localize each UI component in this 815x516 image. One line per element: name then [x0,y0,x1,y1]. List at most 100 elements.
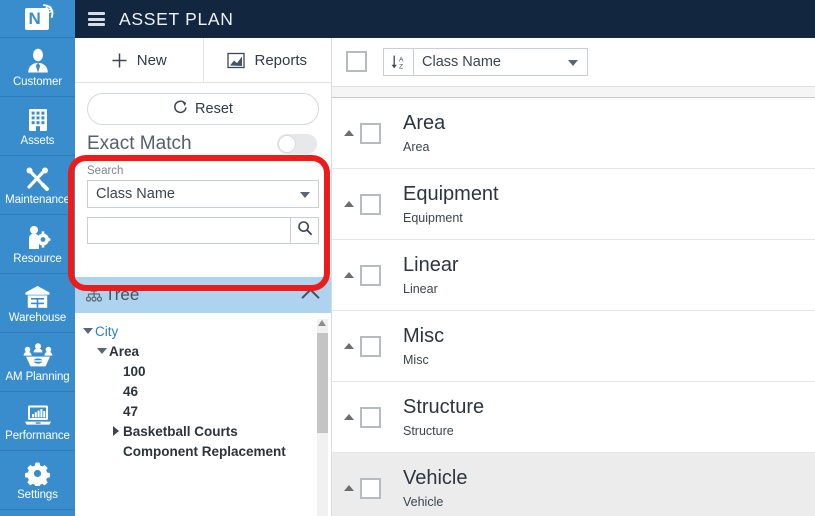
tree-node-label: City [95,323,119,339]
logo-icon: N G [23,3,55,32]
sort-field-value: Class Name [422,53,501,70]
row-text: Misc Misc [403,324,444,369]
tree-node-label: 47 [123,403,139,419]
tree-section-header[interactable]: Tree [75,276,331,313]
row-subtitle: Linear [403,281,438,296]
row-collapse-icon[interactable] [338,414,360,420]
new-button-label: New [136,51,167,69]
row-title: Structure [403,395,485,418]
scroll-up-icon[interactable] [318,320,326,326]
tree-section-title: Tree [105,285,140,304]
sidebar-item-customer[interactable]: Customer [0,38,75,97]
svg-text:Z: Z [399,63,403,70]
chevron-down-icon [568,59,578,66]
row-collapse-icon[interactable] [338,130,360,136]
class-list-panel: AZ Class Name Area Area Equipment Equipment… [332,38,815,516]
tree-node[interactable]: 47 [75,401,331,421]
row-text: Equipment Equipment [403,182,499,227]
row-subtitle: Misc [403,352,429,367]
list-item[interactable]: Linear Linear [332,240,815,311]
tree-node-label: Component Replacement [123,443,286,459]
row-subtitle: Area [403,139,430,154]
logo-accent-letter: G [44,4,53,16]
search-submit-button[interactable] [290,217,319,244]
chart-icon [227,52,246,69]
search-input[interactable] [87,217,290,244]
row-subtitle: Equipment [403,210,463,225]
sidebar-item-maintenance[interactable]: Maintenance [0,156,75,215]
list-item[interactable]: Vehicle Vehicle [332,453,815,516]
page-title: ASSET PLAN [119,8,234,29]
exact-match-label: Exact Match [87,133,192,154]
tree-node[interactable]: 46 [75,381,331,401]
sidebar-item-label: Performance [5,430,70,442]
row-text: Linear Linear [403,253,459,298]
hamburger-icon[interactable] [88,12,105,26]
search-field-select[interactable]: Class Name [87,180,319,208]
sitemap-icon [85,287,103,303]
tree-node[interactable]: Basketball Courts [75,421,331,441]
list-item[interactable]: Structure Structure [332,382,815,453]
row-checkbox[interactable] [360,122,381,144]
row-collapse-icon[interactable] [338,201,360,207]
tree-scrollbar[interactable] [317,319,328,516]
chevron-up-icon[interactable] [301,287,320,307]
row-checkbox[interactable] [360,477,381,499]
tree-expander-open-icon[interactable] [95,348,109,354]
search-field-label: Search [87,165,124,177]
select-all-checkbox[interactable] [346,51,367,72]
new-button[interactable]: New [75,38,204,82]
list-item[interactable]: Misc Misc [332,311,815,382]
tree-node[interactable]: 100 [75,361,331,381]
scrollbar-thumb[interactable] [317,333,328,433]
main-column: ASSET PLAN New Reports Reset Exact Match… [75,0,815,516]
row-subtitle: Vehicle [403,494,444,509]
row-checkbox[interactable] [360,335,381,357]
tree-body: City Area 100 46 47 Basketball Courts Componen… [75,313,331,516]
sidebar-item-settings[interactable]: Settings [0,451,75,510]
list-item[interactable]: Equipment Equipment [332,169,815,240]
tree-node[interactable]: Component Replacement [75,441,331,461]
reset-button[interactable]: Reset [87,93,319,125]
row-text: Vehicle Vehicle [403,466,468,511]
tree-node[interactable]: City [75,321,331,341]
reports-button[interactable]: Reports [203,38,331,82]
row-collapse-icon[interactable] [338,485,360,491]
user-tie-icon [25,47,51,74]
row-title: Equipment [403,182,499,205]
content-area: New Reports Reset Exact Match Search Cla… [75,38,815,516]
sidebar-item-label: Customer [12,76,63,88]
row-checkbox[interactable] [360,193,381,215]
sort-alpha-asc-icon[interactable]: AZ [383,47,413,76]
primary-sidebar: N G Customer Assets Maintenance Resource… [0,0,75,516]
exact-match-toggle[interactable] [277,134,317,154]
sidebar-item-label: Settings [17,489,58,501]
app-logo[interactable]: N G [0,0,75,38]
list-toolbar: AZ Class Name [332,38,815,86]
sidebar-item-resource[interactable]: Resource [0,215,75,274]
tree-expander-open-icon[interactable] [81,328,95,334]
tree-node-label: 100 [123,363,146,379]
tree-expander-closed-icon[interactable] [109,426,123,436]
row-collapse-icon[interactable] [338,343,360,349]
tree-node-label: Basketball Courts [123,423,238,439]
exact-match-row: Exact Match [87,133,319,155]
sidebar-item-warehouse[interactable]: Warehouse [0,274,75,333]
tree-node-label: Area [109,343,140,359]
row-checkbox[interactable] [360,264,381,286]
sidebar-item-performance[interactable]: Performance [0,392,75,451]
search-icon [297,220,313,241]
list-item[interactable]: Area Area [332,98,815,169]
tree-node[interactable]: Area [75,341,331,361]
sidebar-item-label: Maintenance [5,194,70,206]
panel-toolbar: New Reports [75,38,331,83]
row-checkbox[interactable] [360,406,381,428]
sidebar-item-assets[interactable]: Assets [0,97,75,156]
plus-icon [111,52,128,69]
search-input-row [87,217,319,244]
row-collapse-icon[interactable] [338,272,360,278]
person-gear-icon [25,224,51,251]
sidebar-item-am-planning[interactable]: AM Planning [0,333,75,392]
reports-button-label: Reports [254,51,308,69]
sort-field-select[interactable]: Class Name [413,47,588,76]
